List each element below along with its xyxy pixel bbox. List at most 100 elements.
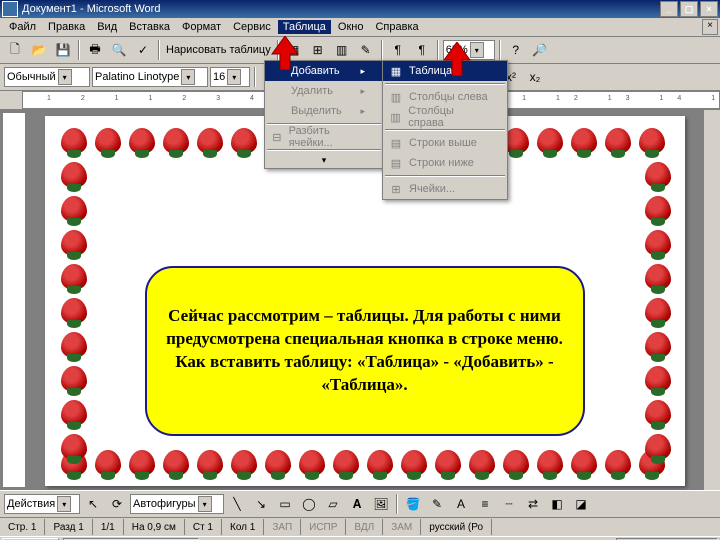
rotate-icon[interactable]: ⟳ [106, 493, 128, 515]
submenu-item-cells[interactable]: ⊞ Ячейки... [383, 179, 507, 199]
rose-decoration [643, 160, 673, 190]
menu-edit[interactable]: Правка [43, 20, 90, 34]
fontsize-value: 16 [213, 71, 225, 83]
oval-icon[interactable]: ◯ [298, 493, 320, 515]
select-cursor-icon[interactable]: ↖ [82, 493, 104, 515]
spellcheck-icon[interactable]: ✓ [132, 39, 154, 61]
status-section: Разд 1 [45, 519, 92, 535]
chevron-right-icon: ▸ [360, 66, 365, 77]
callout-shape[interactable]: Сейчас рассмотрим – таблицы. Для работы … [145, 266, 585, 436]
doc-close-button[interactable]: × [702, 19, 718, 35]
table-menu-dropdown: Добавить ▸ Удалить ▸ Выделить ▸ ⊟ Разбит… [264, 60, 384, 169]
rose-decoration [59, 432, 89, 462]
menu-format[interactable]: Формат [177, 20, 226, 34]
menu-table[interactable]: Таблица [278, 20, 331, 34]
font-value: Palatino Linotype [95, 71, 179, 83]
vertical-ruler[interactable] [2, 112, 26, 488]
arrow-icon[interactable]: ↘ [250, 493, 272, 515]
chevron-down-icon[interactable]: ▾ [181, 69, 195, 85]
chevron-down-icon[interactable]: ▾ [58, 69, 72, 85]
font-color2-icon[interactable]: A [450, 493, 472, 515]
menu-window[interactable]: Окно [333, 20, 369, 34]
columns-icon[interactable]: ▥ [331, 39, 353, 61]
menu-item-delete[interactable]: Удалить ▸ [265, 81, 383, 101]
chevron-down-icon[interactable]: ▾ [227, 69, 241, 85]
style-combo[interactable]: Обычный ▾ [4, 67, 90, 87]
line-style-icon[interactable]: ≡ [474, 493, 496, 515]
rose-decoration [229, 126, 259, 156]
rose-decoration [643, 262, 673, 292]
subscript-icon[interactable]: x₂ [524, 66, 546, 88]
show-all-icon[interactable]: ¶ [411, 39, 433, 61]
help-icon[interactable]: ? [505, 39, 527, 61]
callout-text: Сейчас рассмотрим – таблицы. Для работы … [165, 305, 565, 397]
insert-excel-icon[interactable]: ⊞ [307, 39, 329, 61]
dash-style-icon[interactable]: ┈ [498, 493, 520, 515]
rose-decoration [93, 126, 123, 156]
close-button[interactable]: × [700, 1, 718, 17]
maximize-button[interactable]: ▢ [680, 1, 698, 17]
status-zam: ЗАМ [383, 519, 421, 535]
rose-decoration [603, 126, 633, 156]
line-color-icon[interactable]: ✎ [426, 493, 448, 515]
rose-decoration [59, 364, 89, 394]
rose-decoration [643, 432, 673, 462]
vertical-scrollbar[interactable] [703, 110, 720, 490]
textbox-icon[interactable]: ▱ [322, 493, 344, 515]
rose-decoration [365, 448, 395, 478]
menu-service[interactable]: Сервис [228, 20, 276, 34]
cells-icon: ⊞ [387, 181, 405, 197]
arrow-style-icon[interactable]: ⇄ [522, 493, 544, 515]
taskbar: Пуск 📄 Документ1 - Microsof... 📶 RU 🔊 19… [0, 536, 720, 540]
rose-decoration [643, 398, 673, 428]
font-combo[interactable]: Palatino Linotype ▾ [92, 67, 208, 87]
menu-expand-chevron[interactable]: ▾ [265, 153, 383, 168]
fill-color-icon[interactable]: 🪣 [402, 493, 424, 515]
rose-decoration [637, 126, 667, 156]
rose-decoration [59, 330, 89, 360]
submenu-item-cols-left[interactable]: ▥ Столбцы слева [383, 87, 507, 107]
rose-decoration [127, 126, 157, 156]
fontsize-combo[interactable]: 16 ▾ [210, 67, 250, 87]
menu-view[interactable]: Вид [92, 20, 122, 34]
menu-item-select[interactable]: Выделить ▸ [265, 101, 383, 121]
wordart-icon[interactable]: 𝐀 [346, 493, 368, 515]
menu-item-split-cells[interactable]: ⊟ Разбить ячейки... [265, 127, 383, 147]
preview-icon[interactable]: 🔍 [108, 39, 130, 61]
rose-decoration [161, 126, 191, 156]
rose-decoration [127, 448, 157, 478]
line-icon[interactable]: ╲ [226, 493, 248, 515]
3d-icon[interactable]: ◪ [570, 493, 592, 515]
shadow-icon[interactable]: ◧ [546, 493, 568, 515]
submenu-item-cols-right[interactable]: ▥ Столбцы справа [383, 107, 507, 127]
drawing-icon[interactable]: ✎ [355, 39, 377, 61]
autoshapes-combo[interactable]: Автофигуры▾ [130, 494, 224, 514]
rose-decoration [297, 448, 327, 478]
print-icon[interactable]: 🖶 [84, 39, 106, 61]
cols-right-icon: ▥ [387, 109, 404, 125]
save-icon[interactable]: 💾 [52, 39, 74, 61]
open-icon[interactable]: 📂 [28, 39, 50, 61]
rose-decoration [59, 228, 89, 258]
menu-insert[interactable]: Вставка [124, 20, 175, 34]
rose-decoration [569, 126, 599, 156]
clipart-icon[interactable]: 🖼 [370, 493, 392, 515]
menu-bar: Файл Правка Вид Вставка Формат Сервис Та… [0, 18, 720, 37]
rose-decoration [59, 296, 89, 326]
menu-file[interactable]: Файл [4, 20, 41, 34]
status-ispr: ИСПР [301, 519, 346, 535]
submenu-item-rows-below[interactable]: ▤ Строки ниже [383, 153, 507, 173]
actions-combo[interactable]: Действия▾ [4, 494, 80, 514]
doc-map-icon[interactable]: ¶ [387, 39, 409, 61]
binoculars-icon[interactable]: 🔎 [529, 39, 551, 61]
rose-decoration [643, 296, 673, 326]
submenu-item-rows-above[interactable]: ▤ Строки выше [383, 133, 507, 153]
rect-icon[interactable]: ▭ [274, 493, 296, 515]
rose-decoration [467, 448, 497, 478]
menu-help[interactable]: Справка [370, 20, 423, 34]
rows-above-icon: ▤ [387, 135, 405, 151]
new-doc-icon[interactable]: 🗋 [4, 39, 26, 61]
status-line: Ст 1 [185, 519, 222, 535]
minimize-button[interactable]: _ [660, 1, 678, 17]
rose-decoration [603, 448, 633, 478]
